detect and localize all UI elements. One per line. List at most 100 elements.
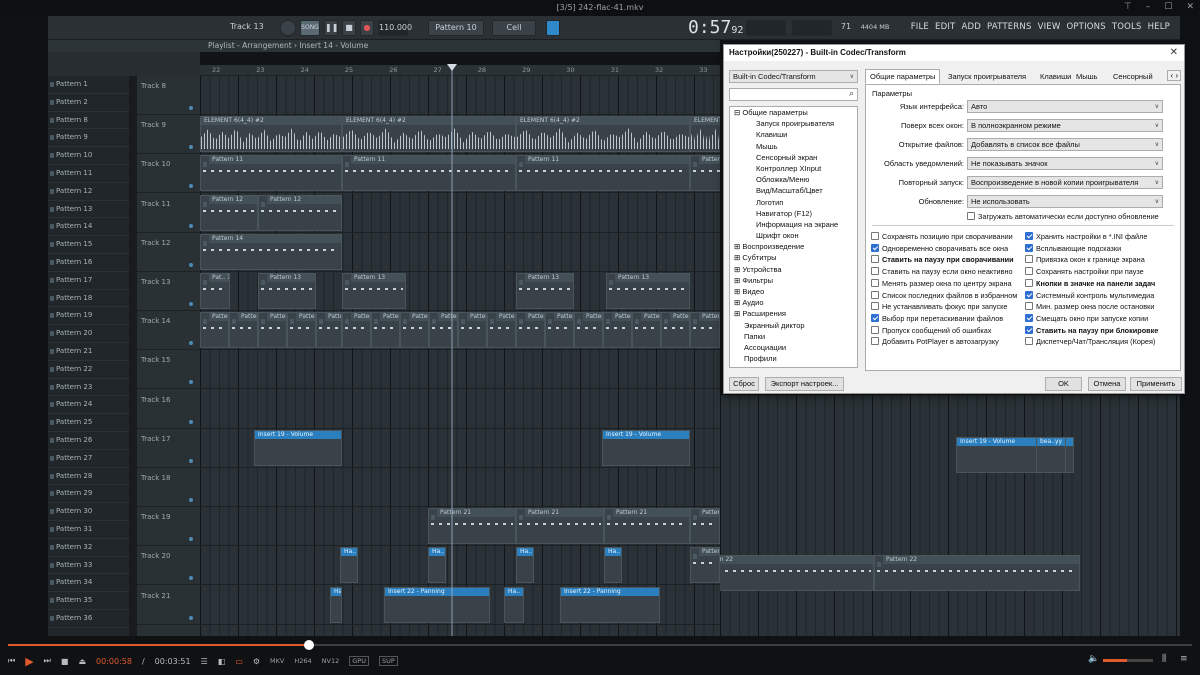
menu-view[interactable]: VIEW (1038, 22, 1061, 32)
settings-tab[interactable]: Мышь (1071, 69, 1103, 84)
tree-item[interactable]: Логотип (730, 197, 857, 208)
pattern-selector[interactable]: Pattern 10 (428, 20, 484, 36)
option-checkbox[interactable]: Добавить PotPlayer в автозагрузку (871, 336, 999, 347)
option-checkbox[interactable]: Привязка окон к границе экрана (1025, 254, 1145, 265)
menu-add[interactable]: ADD (961, 22, 981, 32)
pattern-list-item[interactable]: Pattern 23 (48, 379, 129, 397)
menu-patterns[interactable]: PATTERNS (987, 22, 1032, 32)
snap-selector[interactable]: Cell (492, 20, 536, 36)
tree-item[interactable]: Профили (730, 353, 857, 364)
track-header[interactable]: Track 10 (137, 154, 200, 194)
apply-button[interactable]: Применить (1130, 377, 1182, 391)
pattern-list-item[interactable]: Pattern 21 (48, 343, 129, 361)
playlist-icon[interactable]: ☰ (201, 657, 208, 666)
track-mute-icon[interactable] (189, 615, 193, 620)
track-header[interactable]: Track 20 (137, 546, 200, 586)
master-volume-knob[interactable] (280, 20, 296, 36)
reset-button[interactable]: Сброс (729, 377, 759, 391)
pause-button[interactable]: ❚❚ (324, 20, 338, 36)
menu-file[interactable]: FILE (911, 22, 929, 32)
equalizer-icon[interactable]: ⫼ (1162, 654, 1166, 664)
option-checkbox[interactable]: Сохранять настройки при паузе (1025, 266, 1144, 277)
pattern-list-item[interactable]: Pattern 29 (48, 485, 129, 504)
capture-icon[interactable]: ◧ (218, 657, 226, 666)
export-settings-button[interactable]: Экспорт настроек... (765, 377, 844, 391)
minimize-icon[interactable]: – (1146, 2, 1151, 12)
close-icon[interactable]: ✕ (1186, 2, 1194, 12)
field-select[interactable]: Не показывать значок ∨ (967, 157, 1163, 170)
timeline-ruler[interactable]: 22 23 24 25 26 27 28 29 30 31 32 33 (200, 65, 720, 76)
pattern-list-item[interactable]: Pattern 18 (48, 290, 129, 308)
menu-help[interactable]: HELP (1148, 22, 1170, 32)
track-mute-icon[interactable] (189, 380, 193, 385)
previous-icon[interactable]: ⏮ (8, 656, 15, 666)
pattern-list-item[interactable]: Pattern 12 (48, 183, 129, 201)
pattern-list-item[interactable]: Pattern 22 (48, 361, 129, 379)
tree-item[interactable]: Клавиши (730, 129, 857, 140)
tree-item[interactable]: ⊞ Субтитры (730, 252, 857, 263)
tv-icon[interactable]: ▭ (235, 657, 243, 666)
tree-item[interactable]: Вид/Масштаб/Цвет (730, 185, 857, 196)
typing-keyboard-icon[interactable] (546, 20, 560, 36)
pin-icon[interactable]: ⊤ (1124, 2, 1132, 12)
close-icon[interactable]: ✕ (1170, 47, 1178, 58)
pattern-list-item[interactable]: Pattern 36 (48, 610, 129, 628)
pattern-list-item[interactable]: Pattern 10 (48, 147, 129, 165)
track-header[interactable]: Track 11 (137, 194, 200, 233)
track-mute-icon[interactable] (189, 302, 193, 306)
pattern-list-item[interactable]: Pattern 33 (48, 557, 129, 575)
track-mute-icon[interactable] (189, 498, 193, 502)
playlist-clip[interactable]: bea..yy (1036, 437, 1066, 474)
tree-item[interactable]: Шрифт окон (730, 230, 857, 241)
option-checkbox[interactable]: Список последних файлов в избранном (871, 290, 1017, 301)
option-checkbox[interactable]: Пропуск сообщений об ошибках (871, 325, 991, 336)
playlist-breadcrumb[interactable]: Playlist - Arrangement › Insert 14 - Vol… (208, 41, 368, 50)
menu-options[interactable]: OPTIONS (1066, 22, 1105, 32)
track-mute-icon[interactable] (189, 341, 193, 346)
tree-item[interactable]: ⊞ Фильтры (730, 275, 857, 286)
menu-tools[interactable]: TOOLS (1112, 22, 1142, 32)
tree-item[interactable]: ⊞ Аудио (730, 297, 857, 308)
option-checkbox[interactable]: Смещать окно при запуске копии (1025, 313, 1148, 324)
option-checkbox[interactable]: Ставить на паузу если окно неактивно (871, 266, 1013, 277)
option-checkbox[interactable]: Мин. размер окна после остановки (1025, 301, 1154, 312)
autoupdate-checkbox[interactable]: Загружать автоматически если доступно об… (967, 211, 1159, 222)
option-checkbox[interactable]: Одновременно сворачивать все окна (871, 243, 1008, 254)
field-select[interactable]: Добавлять в список все файлы ∨ (967, 138, 1163, 151)
search-icon[interactable]: ⌕ (849, 89, 854, 98)
settings-icon[interactable]: ⚙ (253, 657, 260, 666)
track-header[interactable]: Track 16 (137, 390, 200, 429)
stop-button[interactable]: ■ (342, 20, 356, 36)
pattern-list-item[interactable]: Pattern 24 (48, 396, 129, 415)
track-mute-icon[interactable] (189, 106, 193, 110)
option-checkbox[interactable]: Системный контроль мультимедиа (1025, 290, 1154, 301)
ok-button[interactable]: OK (1045, 377, 1082, 391)
tree-item[interactable]: ⊞ Воспроизведение (730, 241, 857, 252)
playlist-clip[interactable]: Pattern 22 (874, 554, 1080, 591)
tree-item[interactable]: Папки (730, 331, 857, 342)
track-header[interactable]: Track 12 (137, 233, 200, 272)
track-mute-icon[interactable] (189, 145, 193, 150)
gpu-tag[interactable]: GPU (349, 656, 369, 666)
maximize-icon[interactable]: ☐ (1164, 2, 1172, 12)
option-checkbox[interactable]: Ставить на паузу при блокировке (1025, 325, 1158, 336)
option-checkbox[interactable]: Менять размер окна по центру экрана (871, 278, 1012, 289)
menu-edit[interactable]: EDIT (935, 22, 955, 32)
field-select[interactable]: Не использовать ∨ (967, 195, 1163, 208)
settings-tab[interactable]: Сенсорный (1108, 69, 1158, 84)
pattern-list-item[interactable]: Pattern 2 (48, 94, 129, 112)
track-header[interactable]: Track 18 (137, 468, 200, 507)
track-header[interactable]: Track 19 (137, 507, 200, 547)
pattern-list-item[interactable]: Pattern 13 (48, 201, 129, 219)
play-icon[interactable]: ▶ (25, 655, 33, 668)
option-checkbox[interactable]: Сохранять позицию при сворачивании (871, 231, 1013, 242)
tree-item[interactable]: ⊞ Расширения (730, 308, 857, 319)
pattern-list-item[interactable]: Pattern 30 (48, 503, 129, 521)
track-mute-icon[interactable] (189, 576, 193, 581)
pattern-list-item[interactable]: Pattern 26 (48, 432, 129, 450)
playlist-grid-right[interactable]: Insert 19 - Volumebea..yyPattern 22Patte… (720, 395, 1180, 636)
pattern-list-item[interactable]: Pattern 15 (48, 236, 129, 254)
tree-item[interactable]: Мышь (730, 141, 857, 152)
tree-item[interactable]: Запуск проигрывателя (730, 118, 857, 129)
tree-item[interactable]: Информация на экране (730, 219, 857, 230)
